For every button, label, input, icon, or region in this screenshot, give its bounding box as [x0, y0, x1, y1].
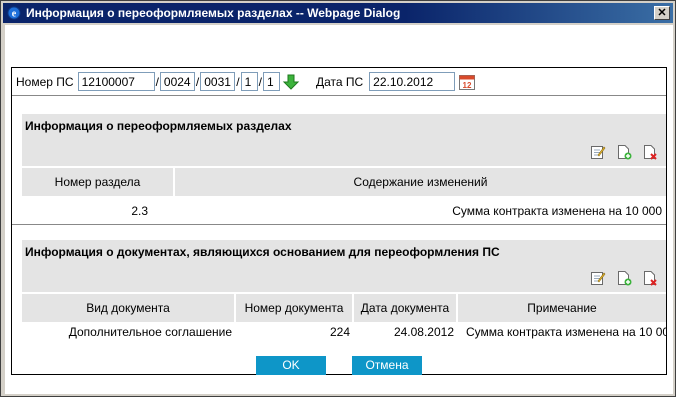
section-number: 2.3 [131, 204, 148, 218]
title-bar: e Информация о переоформляемых разделах … [3, 3, 673, 23]
ps-number-part3-input[interactable] [200, 72, 236, 91]
document-kind: Дополнительное соглашение [68, 325, 232, 339]
ps-number-label: Номер ПС [16, 74, 74, 89]
column-header: Вид документа [22, 294, 236, 322]
divider [12, 224, 666, 225]
section-change: Сумма контракта изменена на 10 000 [452, 204, 662, 218]
separator: / [236, 74, 240, 89]
documents-table-header: Вид документа Номер документа Дата докум… [22, 294, 666, 322]
sections-toolbar [22, 138, 666, 166]
document-note: Сумма контракта изменена на 10 000 [466, 325, 666, 339]
add-icon[interactable] [616, 144, 632, 160]
table-row[interactable]: Дополнительное соглашение 224 24.08.2012… [22, 324, 666, 340]
ps-number-part4-input[interactable] [240, 72, 258, 91]
dialog-footer: OK Отмена [5, 351, 673, 379]
arrow-down-icon[interactable] [282, 73, 300, 91]
ps-number-part1-input[interactable] [77, 72, 155, 91]
edit-icon[interactable] [590, 144, 606, 160]
content-panel: Номер ПС / / / / Дата ПС [11, 67, 667, 375]
document-date: 24.08.2012 [393, 325, 454, 339]
calendar-icon[interactable]: 12 [458, 73, 476, 91]
column-header: Содержание изменений [175, 168, 666, 196]
ps-date-label: Дата ПС [315, 74, 364, 89]
sections-block-title: Информация о переоформляемых разделах [22, 114, 666, 138]
sections-table-header: Номер раздела Содержание изменений [22, 168, 666, 196]
column-header: Номер раздела [22, 168, 175, 196]
dialog-window: e Информация о переоформляемых разделах … [0, 0, 676, 397]
close-button[interactable]: ✕ [654, 6, 670, 20]
ok-button[interactable]: OK [256, 355, 326, 375]
separator: / [258, 74, 262, 89]
documents-toolbar [22, 264, 666, 292]
ps-number-part2-input[interactable] [159, 72, 195, 91]
svg-text:e: e [12, 9, 17, 20]
ie-icon: e [6, 5, 22, 21]
calendar-day: 12 [463, 81, 472, 90]
edit-icon[interactable] [590, 270, 606, 286]
document-number: 224 [329, 325, 350, 339]
column-header: Дата документа [354, 294, 458, 322]
table-row[interactable]: 2.3 Сумма контракта изменена на 10 000 [22, 200, 666, 222]
ps-header-row: Номер ПС / / / / Дата ПС [12, 68, 666, 96]
column-header: Примечание [458, 294, 666, 322]
delete-icon[interactable] [642, 270, 658, 286]
add-icon[interactable] [616, 270, 632, 286]
column-header: Номер документа [236, 294, 354, 322]
documents-block-title: Информация о документах, являющихся осно… [22, 240, 666, 264]
cancel-button[interactable]: Отмена [352, 355, 422, 375]
window-title: Информация о переоформляемых разделах --… [26, 6, 401, 20]
separator: / [155, 74, 159, 89]
ps-number-part5-input[interactable] [262, 72, 280, 91]
ps-date-input[interactable] [369, 72, 456, 91]
delete-icon[interactable] [642, 144, 658, 160]
dialog-body: Номер ПС / / / / Дата ПС [5, 25, 673, 394]
separator: / [195, 74, 200, 89]
